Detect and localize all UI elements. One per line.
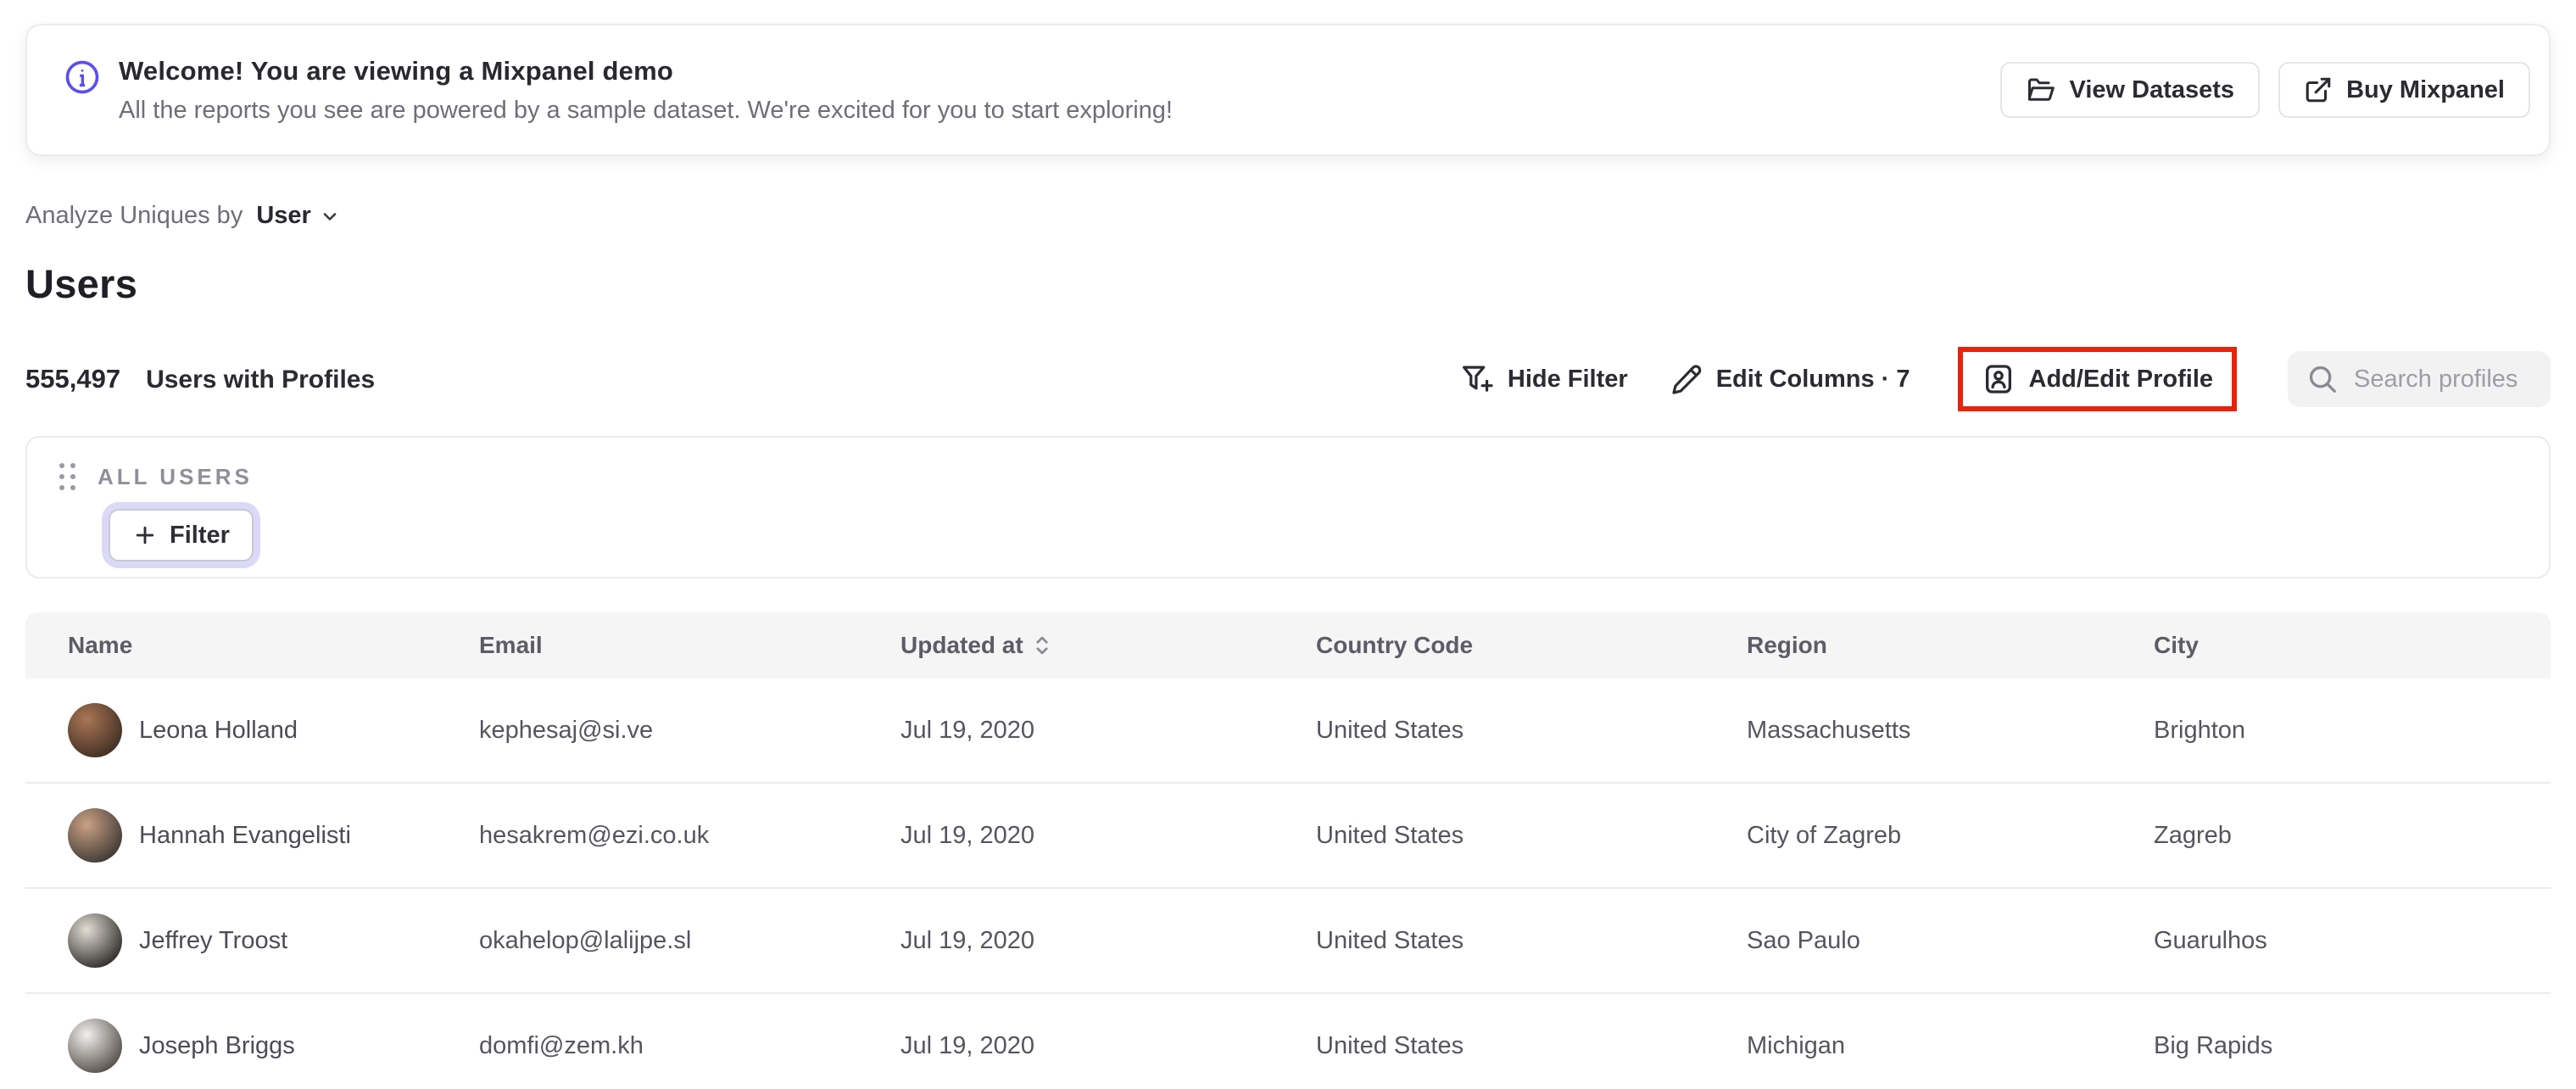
user-country-code: United States: [1316, 1031, 1464, 1059]
filter-panel: ALL USERS Filter: [25, 436, 2551, 578]
banner-subtitle: All the reports you see are powered by a…: [119, 96, 1173, 124]
user-updated-at: Jul 19, 2020: [900, 821, 1035, 849]
banner-message: Welcome! You are viewing a Mixpanel demo…: [64, 56, 1173, 125]
user-name: Leona Holland: [139, 716, 298, 744]
profiles-count: 555,497: [25, 364, 121, 394]
table-row[interactable]: Hannah Evangelisti hesakrem@ezi.co.uk Ju…: [25, 784, 2551, 889]
user-country-code: United States: [1316, 926, 1464, 954]
avatar: [68, 808, 122, 863]
view-datasets-button[interactable]: View Datasets: [1999, 62, 2261, 118]
pencil-icon: [1670, 363, 1703, 395]
column-header-region[interactable]: Region: [1747, 632, 2154, 659]
controls-row: 555,497 Users with Profiles Hide Filter: [25, 341, 2551, 417]
user-updated-at: Jul 19, 2020: [900, 716, 1035, 744]
analyze-prefix-label: Analyze Uniques by: [25, 202, 243, 229]
table-row[interactable]: Jeffrey Troost okahelop@lalijpe.sl Jul 1…: [25, 889, 2551, 994]
user-country-code: United States: [1316, 716, 1464, 744]
group-label: ALL USERS: [98, 463, 253, 489]
avatar: [68, 703, 122, 757]
person-badge-icon: [1982, 362, 2016, 396]
user-region: Michigan: [1747, 1031, 1846, 1059]
edit-columns-button[interactable]: Edit Columns · 7: [1670, 363, 1910, 395]
user-city: Big Rapids: [2154, 1031, 2273, 1059]
info-icon: [64, 59, 100, 95]
annotation-highlight-box: Add/Edit Profile: [1957, 347, 2237, 411]
plus-icon: [132, 522, 158, 548]
user-name: Jeffrey Troost: [139, 926, 288, 954]
add-filter-button[interactable]: Filter: [109, 509, 254, 561]
avatar: [68, 913, 122, 968]
banner-title: Welcome! You are viewing a Mixpanel demo: [119, 55, 674, 86]
external-link-icon: [2304, 75, 2333, 104]
column-header-city[interactable]: City: [2154, 632, 2508, 659]
demo-banner: Welcome! You are viewing a Mixpanel demo…: [25, 24, 2551, 156]
user-region: City of Zagreb: [1747, 821, 1902, 849]
user-email: domfi@zem.kh: [479, 1031, 644, 1059]
search-profiles-input[interactable]: [2354, 365, 2532, 394]
column-header-updated-at[interactable]: Updated at: [900, 632, 1316, 659]
column-header-name[interactable]: Name: [68, 632, 479, 659]
user-email: okahelop@lalijpe.sl: [479, 926, 692, 954]
user-region: Massachusetts: [1747, 716, 1911, 744]
user-city: Guarulhos: [2154, 926, 2267, 954]
users-page: Welcome! You are viewing a Mixpanel demo…: [0, 24, 2576, 1089]
table-body: Leona Holland kephesaj@si.ve Jul 19, 202…: [25, 679, 2551, 1089]
search-icon: [2306, 363, 2339, 395]
search-profiles-box: [2288, 351, 2551, 407]
user-email: hesakrem@ezi.co.uk: [479, 821, 710, 849]
analyze-row: Analyze Uniques by User: [25, 202, 2551, 230]
user-region: Sao Paulo: [1747, 926, 1860, 954]
table-header: Name Email Updated at Country Code Regio…: [25, 612, 2551, 679]
analyze-by-dropdown[interactable]: User: [256, 202, 340, 230]
user-city: Zagreb: [2154, 821, 2232, 849]
avatar: [68, 1019, 122, 1073]
user-name: Joseph Briggs: [139, 1031, 295, 1059]
user-updated-at: Jul 19, 2020: [900, 1031, 1035, 1059]
user-email: kephesaj@si.ve: [479, 716, 654, 744]
users-table: Name Email Updated at Country Code Regio…: [25, 612, 2551, 1089]
add-edit-profile-button[interactable]: Add/Edit Profile: [1982, 362, 2213, 396]
page-title: Users: [25, 261, 138, 306]
table-row[interactable]: Joseph Briggs domfi@zem.kh Jul 19, 2020 …: [25, 994, 2551, 1089]
user-name: Hannah Evangelisti: [139, 821, 351, 849]
user-country-code: United States: [1316, 821, 1464, 849]
profiles-count-label: Users with Profiles: [146, 366, 376, 394]
hide-filter-button[interactable]: Hide Filter: [1460, 362, 1628, 396]
column-header-email[interactable]: Email: [479, 632, 900, 659]
buy-mixpanel-button[interactable]: Buy Mixpanel: [2278, 62, 2530, 118]
drag-handle-icon[interactable]: [56, 460, 79, 494]
chevron-down-icon: [320, 206, 340, 226]
funnel-plus-icon: [1460, 362, 1494, 396]
table-row[interactable]: Leona Holland kephesaj@si.ve Jul 19, 202…: [25, 679, 2551, 784]
column-header-country-code[interactable]: Country Code: [1316, 632, 1747, 659]
folder-icon: [2026, 75, 2056, 105]
sort-icon[interactable]: [1032, 634, 1052, 657]
user-updated-at: Jul 19, 2020: [900, 926, 1035, 954]
user-city: Brighton: [2154, 716, 2246, 744]
